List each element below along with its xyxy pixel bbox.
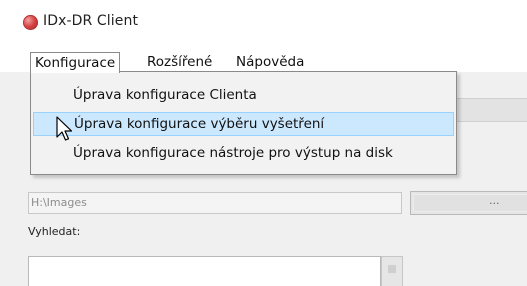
search-label: Vyhledat: (28, 225, 81, 238)
browse-button-label: ... (489, 194, 500, 207)
window-title: IDx-DR Client (43, 13, 139, 29)
app-window: IDx-DR Client Konfigurace Rozšířené Nápo… (0, 0, 527, 286)
scroll-nub-icon (388, 265, 396, 273)
menu-item-uprava-clienta[interactable]: Úprava konfigurace Clienta (33, 84, 454, 108)
search-side-button[interactable] (381, 256, 403, 286)
browse-button-face (413, 194, 527, 212)
search-input[interactable] (28, 256, 381, 286)
mouse-cursor-icon (56, 116, 73, 141)
konfigurace-dropdown-menu: Úprava konfigurace Clienta Úprava konfig… (30, 71, 457, 175)
menu-bar: Konfigurace Rozšířené Nápověda (0, 50, 527, 73)
menu-rozsirene[interactable]: Rozšířené (143, 53, 216, 71)
title-bar: IDx-DR Client (0, 0, 527, 50)
menu-napoveda[interactable]: Nápověda (232, 53, 308, 71)
path-field[interactable]: H:\Images (28, 192, 402, 214)
menu-item-uprava-vyberu-vysetreni[interactable]: Úprava konfigurace výběru vyšetření (33, 112, 454, 136)
menu-konfigurace[interactable]: Konfigurace (30, 52, 121, 73)
browse-button[interactable]: ... (410, 191, 527, 215)
menu-item-uprava-vystupu-na-disk[interactable]: Úprava konfigurace nástroje pro výstup n… (33, 142, 454, 166)
app-logo-icon (23, 15, 38, 30)
